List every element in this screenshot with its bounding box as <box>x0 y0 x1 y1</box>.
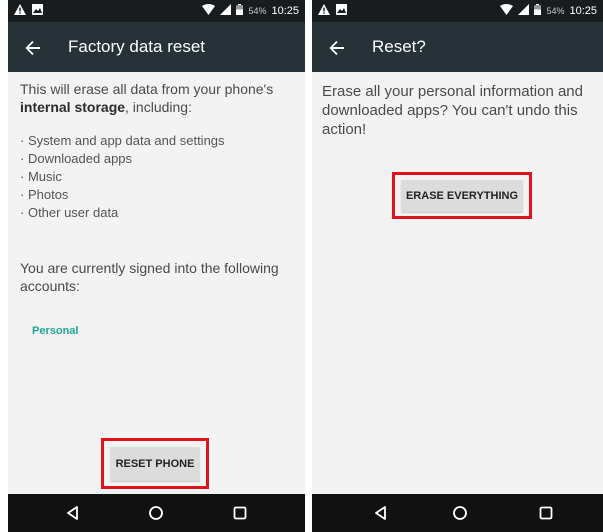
warning-icon <box>14 4 26 18</box>
nav-back-icon[interactable] <box>373 505 389 521</box>
wifi-icon <box>500 4 514 18</box>
list-item: Other user data <box>20 204 225 222</box>
page-title: Reset? <box>372 37 426 56</box>
status-bar: 54% 10:25 <box>8 0 305 22</box>
list-item: System and app data and settings <box>20 132 225 150</box>
intro-text-start: This will erase all data from your phone… <box>20 81 274 97</box>
back-arrow-icon[interactable] <box>326 37 348 59</box>
nav-recents-icon[interactable] <box>538 505 554 521</box>
back-arrow-icon[interactable] <box>22 37 44 59</box>
reset-content: This will erase all data from your phone… <box>8 72 305 494</box>
intro-text-bold: internal storage <box>20 99 126 115</box>
battery-icon <box>236 4 244 18</box>
list-item: Photos <box>20 186 225 204</box>
reset-phone-button[interactable]: RESET PHONE <box>110 447 200 481</box>
battery-icon <box>534 4 542 18</box>
navigation-bar <box>312 494 603 532</box>
intro-text-end: , including: <box>125 99 192 115</box>
battery-percent: 54% <box>546 6 565 16</box>
nav-recents-icon[interactable] <box>232 505 248 521</box>
signed-in-text: You are currently signed into the follow… <box>20 260 279 294</box>
image-icon <box>336 4 347 18</box>
app-bar: Reset? <box>312 22 603 72</box>
intro-text: This will erase all data from your phone… <box>20 80 297 116</box>
data-list: System and app data and settings Downloa… <box>20 132 225 222</box>
clock: 10:25 <box>569 5 597 17</box>
page-title: Factory data reset <box>68 37 206 56</box>
nav-home-icon[interactable] <box>452 505 468 521</box>
list-item: Music <box>20 168 225 186</box>
app-bar: Factory data reset <box>8 22 305 72</box>
warning-icon <box>318 4 330 18</box>
list-item: Downloaded apps <box>20 150 225 168</box>
nav-back-icon[interactable] <box>65 505 81 521</box>
confirm-content: Erase all your personal information and … <box>312 72 603 494</box>
signal-icon <box>518 4 530 18</box>
account-name: Personal <box>32 325 79 337</box>
wifi-icon <box>202 4 216 18</box>
clock: 10:25 <box>271 5 299 17</box>
confirm-message: Erase all your personal information and … <box>322 83 583 138</box>
nav-home-icon[interactable] <box>148 505 164 521</box>
erase-everything-button[interactable]: ERASE EVERYTHING <box>401 180 523 212</box>
image-icon <box>32 4 43 18</box>
factory-reset-screen: 54% 10:25 Factory data reset This will e… <box>8 0 305 532</box>
navigation-bar <box>8 494 305 532</box>
reset-confirm-screen: 54% 10:25 Reset? Erase all your personal… <box>312 0 603 532</box>
battery-percent: 54% <box>248 6 267 16</box>
signal-icon <box>220 4 232 18</box>
status-bar: 54% 10:25 <box>312 0 603 22</box>
